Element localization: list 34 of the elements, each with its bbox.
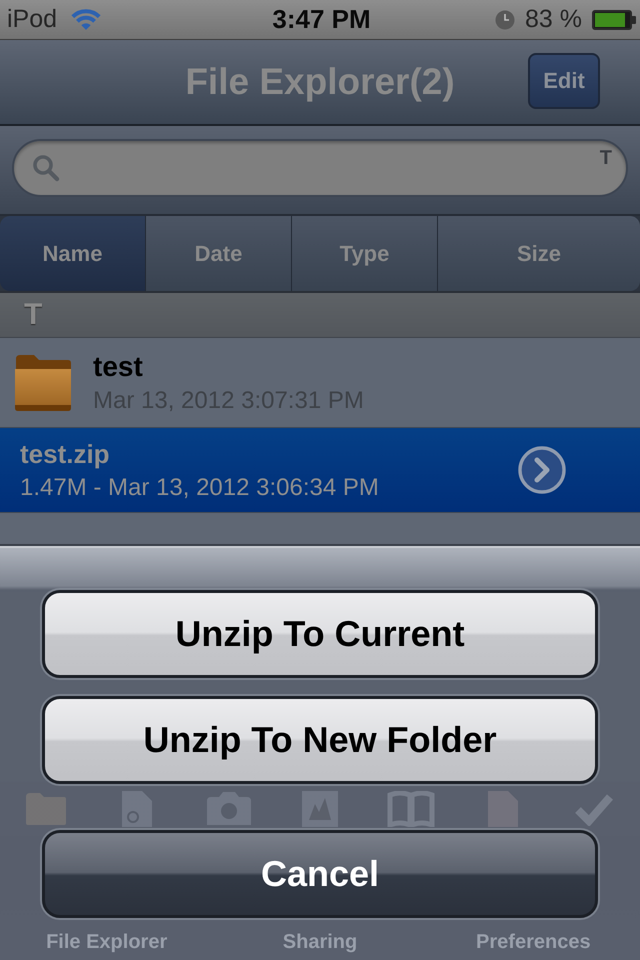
status-time: 3:47 PM [272,4,371,35]
document-icon[interactable] [120,789,154,829]
file-name: test.zip [20,438,110,470]
document-icon[interactable] [486,789,520,829]
battery-icon [592,10,636,30]
action-button[interactable]: Unzip To New Folder [42,696,598,784]
nav-title: File Explorer(2) [185,61,455,103]
carrier-name: iPod [7,5,58,34]
check-icon[interactable] [574,792,614,826]
index-letter[interactable]: T [600,147,612,170]
search-icon [32,154,60,182]
clock-icon [495,10,516,30]
edit-button[interactable]: Edit [528,53,600,109]
photo-icon[interactable] [300,790,339,828]
book-icon[interactable] [387,791,436,827]
chevron-right-icon[interactable] [518,446,566,494]
sort-segment[interactable]: Name [0,216,146,291]
tab-bar-item[interactable]: Sharing [282,931,358,954]
wifi-icon [71,8,102,30]
battery-percent: 83 % [525,5,582,34]
camera-icon[interactable] [204,791,253,827]
action-button[interactable]: Unzip To Current [42,590,598,678]
sort-segment[interactable]: Size [438,216,640,291]
search-field[interactable]: T [12,139,628,197]
folder-icon [14,354,72,410]
sort-segment[interactable]: Type [292,216,438,291]
folder-icon[interactable] [24,791,68,827]
file-name: test [93,350,143,382]
file-row[interactable]: test.zip 1.47M - Mar 13, 2012 3:06:34 PM [0,428,640,513]
file-details: 1.47M - Mar 13, 2012 3:06:34 PM [20,474,379,502]
action-button[interactable]: Cancel [42,830,598,918]
tab-bar-item[interactable]: File Explorer [46,931,168,954]
sort-segment[interactable]: Date [146,216,292,291]
tab-bar-item[interactable]: Preferences [476,931,591,954]
